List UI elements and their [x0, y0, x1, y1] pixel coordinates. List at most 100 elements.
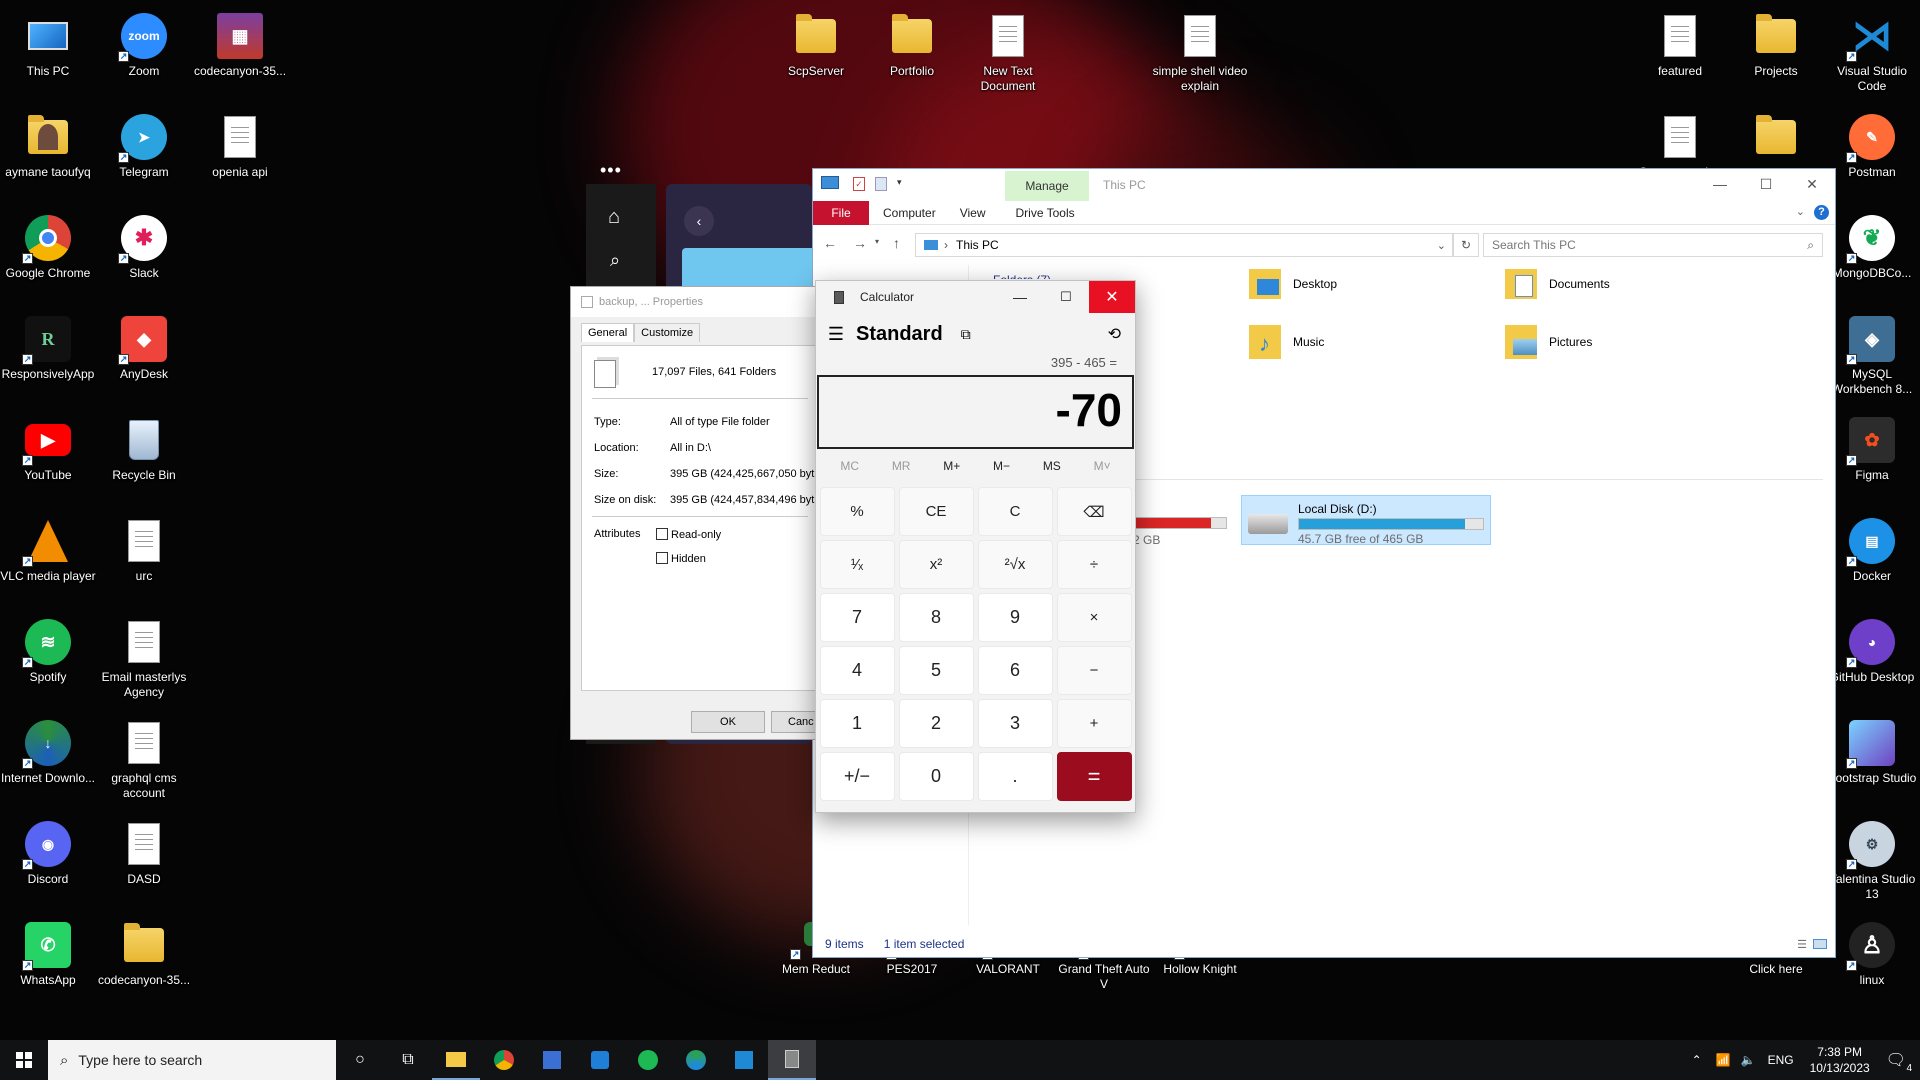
two-button[interactable]: 2	[898, 699, 974, 748]
add-button[interactable]: +	[1056, 699, 1132, 748]
desktop-icon-github-desktop[interactable]: ◕ ↗ GitHub Desktop	[1824, 610, 1920, 706]
desktop-icon-spotify[interactable]: ≋ ↗ Spotify	[0, 610, 96, 706]
new-folder-quick-icon[interactable]	[875, 177, 887, 191]
memory-list-button[interactable]: M˅	[1094, 459, 1111, 473]
spotify-taskbar-icon[interactable]	[624, 1040, 672, 1080]
folder-desktop[interactable]: Desktop	[1249, 269, 1337, 299]
home-icon[interactable]: ⌂	[608, 206, 620, 229]
more-options-icon[interactable]: •••	[600, 160, 622, 181]
trello-taskbar-icon[interactable]	[576, 1040, 624, 1080]
drive-c-partial[interactable]: 2 GB	[1133, 517, 1233, 557]
divide-button[interactable]: ÷	[1056, 540, 1132, 589]
volume-icon[interactable]: 🔈	[1741, 1053, 1756, 1067]
close-button[interactable]: ✕	[1789, 169, 1835, 199]
desktop-icon-vlc-media-player[interactable]: ↗ VLC media player	[0, 509, 96, 605]
maximize-button[interactable]: ☐	[1743, 169, 1789, 199]
desktop-icon-telegram[interactable]: ➤ ↗ Telegram	[96, 105, 192, 201]
explorer-titlebar[interactable]: ✓ ▾ Manage This PC — ☐ ✕	[813, 169, 1835, 201]
desktop-icon-projects[interactable]: Projects	[1728, 4, 1824, 100]
three-button[interactable]: 3	[977, 699, 1053, 748]
recent-locations-icon[interactable]: ▾	[875, 237, 879, 246]
menu-icon[interactable]: ☰	[816, 324, 856, 345]
desktop-icon-responsivelyapp[interactable]: R ↗ ResponsivelyApp	[0, 307, 96, 403]
desktop-icon-visual-studio-code[interactable]: ⋊ ↗ Visual Studio Code	[1824, 4, 1920, 100]
zero-button[interactable]: 0	[898, 752, 974, 801]
tab-customize[interactable]: Customize	[634, 323, 701, 342]
history-icon[interactable]: ⟲	[1108, 324, 1121, 344]
tab-general[interactable]: General	[581, 323, 635, 342]
nine-button[interactable]: 9	[977, 593, 1053, 642]
hidden-checkbox[interactable]: Hidden	[656, 552, 706, 565]
desktop-icon-email-masterlys-agency[interactable]: Email masterlys Agency	[96, 610, 192, 706]
desktop-icon-aymane-taoufyq[interactable]: aymane taoufyq	[0, 105, 96, 201]
negate-button[interactable]: +/−	[819, 752, 895, 801]
desktop-icon-dasd[interactable]: DASD	[96, 812, 192, 908]
seven-button[interactable]: 7	[819, 593, 895, 642]
properties-titlebar[interactable]: backup, ... Properties	[571, 287, 815, 317]
multiply-button[interactable]: ×	[1056, 593, 1132, 642]
desktop-icon-recycle-bin[interactable]: Recycle Bin	[96, 408, 192, 504]
address-box[interactable]: › This PC ⌄	[915, 233, 1453, 257]
manage-tab[interactable]: Manage	[1005, 171, 1089, 201]
folder-documents[interactable]: Documents	[1505, 269, 1610, 299]
properties-dialog[interactable]: backup, ... Properties General Customize…	[570, 286, 817, 740]
desktop-icon-this-pc[interactable]: This PC	[0, 4, 96, 100]
desktop-icon-youtube[interactable]: ▶ ↗ YouTube	[0, 408, 96, 504]
folder-music[interactable]: ♪ Music	[1249, 325, 1324, 359]
file-tab[interactable]: File	[813, 200, 869, 225]
file-explorer-taskbar-icon[interactable]	[432, 1040, 480, 1080]
intellij-taskbar-icon[interactable]	[528, 1040, 576, 1080]
subtract-button[interactable]: −	[1056, 646, 1132, 695]
local-disk-d[interactable]: Local Disk (D:) 45.7 GB free of 465 GB	[1241, 495, 1491, 546]
desktop-icon-openia-api[interactable]: openia api	[192, 105, 288, 201]
four-button[interactable]: 4	[819, 646, 895, 695]
desktop-icon-anydesk[interactable]: ◆ ↗ AnyDesk	[96, 307, 192, 403]
one-button[interactable]: 1	[819, 699, 895, 748]
reciprocal-button[interactable]: ¹⁄ₓ	[819, 540, 895, 589]
desktop-icon-slack[interactable]: ✱ ↗ Slack	[96, 206, 192, 302]
search-icon[interactable]: ⌕	[610, 250, 620, 271]
desktop-icon-postman[interactable]: ✎ ↗ Postman	[1824, 105, 1920, 201]
decimal-button[interactable]: .	[977, 752, 1053, 801]
calculator-window[interactable]: Calculator — ☐ ✕ ☰ Standard ⧉ ⟲ 395 - 46…	[815, 280, 1136, 813]
forward-arrow-icon[interactable]: →	[853, 235, 867, 251]
desktop-icon-portfolio[interactable]: Portfolio	[864, 4, 960, 100]
close-button[interactable]: ✕	[1089, 281, 1135, 313]
task-view-icon[interactable]: ⧉	[384, 1040, 432, 1080]
network-icon[interactable]: 📶	[1716, 1053, 1731, 1067]
maximize-button[interactable]: ☐	[1043, 281, 1089, 313]
notifications-icon[interactable]: 🗨 4	[1886, 1050, 1912, 1074]
memory-store-button[interactable]: MS	[1043, 459, 1061, 473]
cortana-icon[interactable]: ○	[336, 1040, 384, 1080]
desktop-icon-scpserver[interactable]: ScpServer	[768, 4, 864, 100]
memory-subtract-button[interactable]: M−	[993, 459, 1010, 473]
calculator-titlebar[interactable]: Calculator — ☐ ✕	[816, 281, 1135, 313]
desktop-icon-new-text-document[interactable]: New Text Document	[960, 4, 1056, 100]
clear-entry-button[interactable]: CE	[898, 487, 974, 536]
search-input[interactable]: Search This PC ⌕	[1483, 233, 1823, 257]
details-view-icon[interactable]: ☰	[1797, 938, 1807, 951]
folder-pictures[interactable]: Pictures	[1505, 325, 1592, 359]
quick-access-dropdown-icon[interactable]: ▾	[897, 177, 902, 188]
keep-on-top-icon[interactable]: ⧉	[961, 326, 971, 343]
minimize-button[interactable]: —	[997, 281, 1043, 313]
desktop-icon-graphql-cms-account[interactable]: graphql cms account	[96, 711, 192, 807]
desktop-icon-mongodbco[interactable]: ❦ ↗ MongoDBCo...	[1824, 206, 1920, 302]
five-button[interactable]: 5	[898, 646, 974, 695]
desktop-icon-valentina-studio-13[interactable]: ⚙ ↗ Valentina Studio 13	[1824, 812, 1920, 908]
six-button[interactable]: 6	[977, 646, 1053, 695]
desktop-icon-linux[interactable]: ♙ ↗ linux	[1824, 913, 1920, 1009]
minimize-button[interactable]: —	[1697, 169, 1743, 199]
desktop-icon-docker[interactable]: ▤ ↗ Docker	[1824, 509, 1920, 605]
calculator-taskbar-icon[interactable]	[768, 1040, 816, 1080]
desktop-icon-discord[interactable]: ◉ ↗ Discord	[0, 812, 96, 908]
computer-tab[interactable]: Computer	[869, 206, 948, 220]
clear-button[interactable]: C	[977, 487, 1053, 536]
desktop-icon-whatsapp[interactable]: ✆ ↗ WhatsApp	[0, 913, 96, 1009]
drive-tools-tab[interactable]: Drive Tools	[1003, 206, 1086, 220]
desktop-icon-codecanyon-35[interactable]: ▦ codecanyon-35...	[192, 4, 288, 100]
edge-taskbar-icon[interactable]	[672, 1040, 720, 1080]
square-button[interactable]: x²	[898, 540, 974, 589]
chrome-taskbar-icon[interactable]	[480, 1040, 528, 1080]
desktop-icon-figma[interactable]: ✿ ↗ Figma	[1824, 408, 1920, 504]
